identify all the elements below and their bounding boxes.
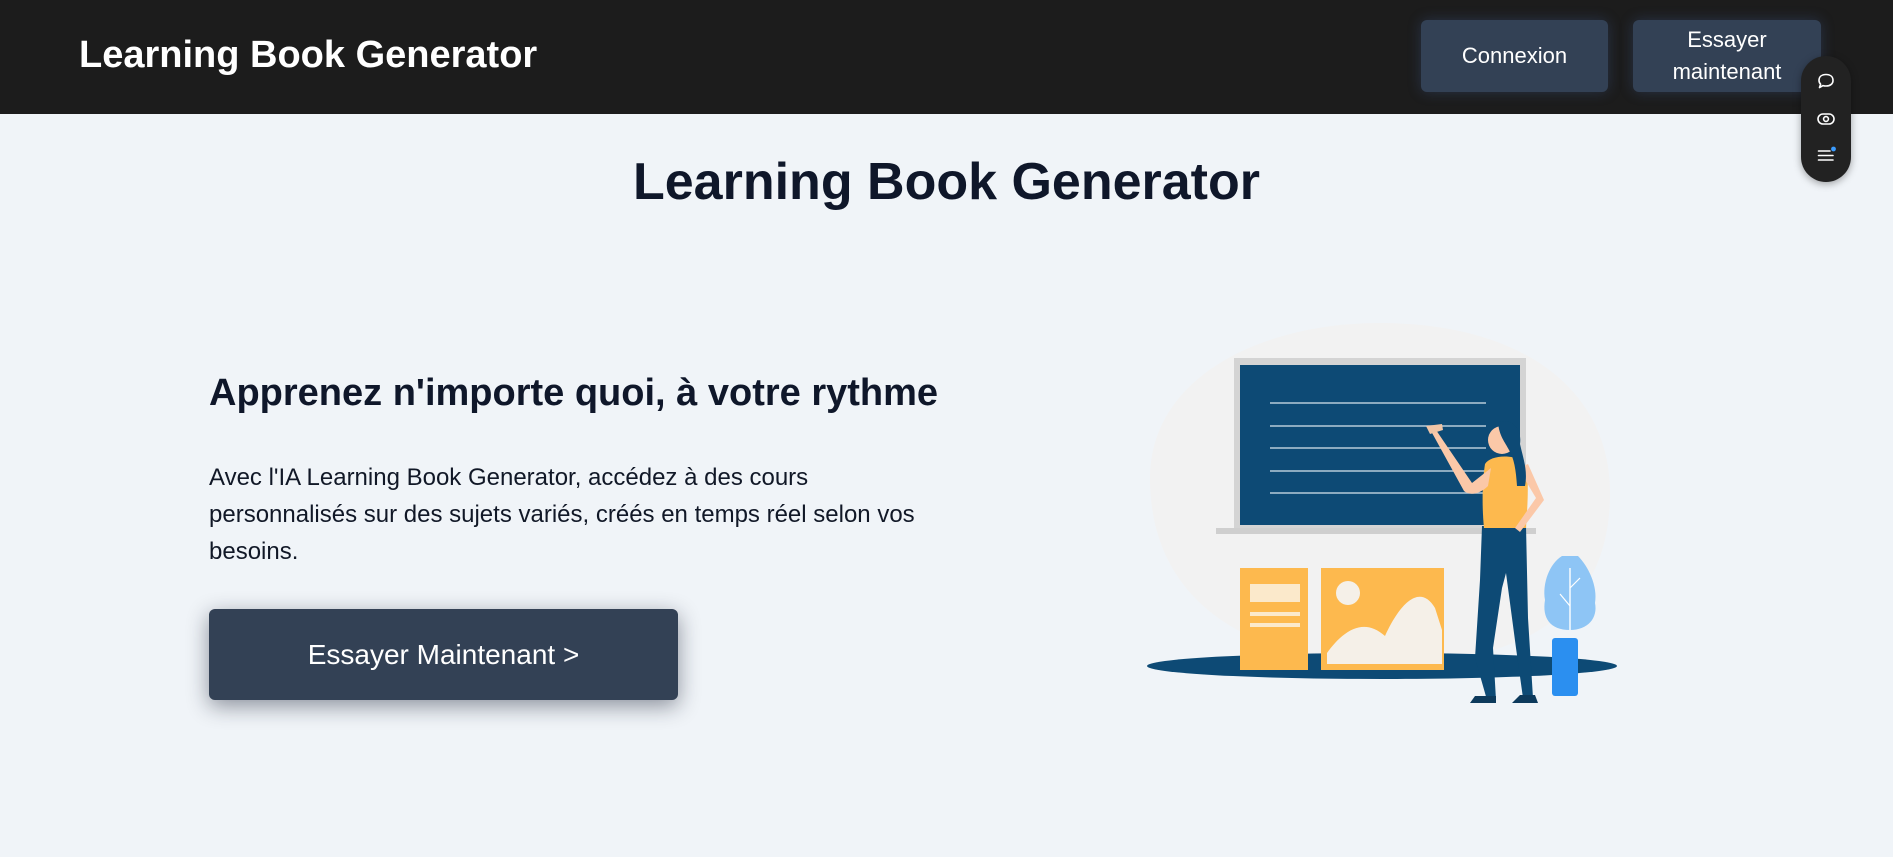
try-now-nav-button[interactable]: Essayer maintenant — [1633, 20, 1821, 92]
teacher-illustration — [1130, 318, 1630, 708]
chat-bubble-icon[interactable] — [1815, 70, 1837, 92]
top-nav-bar: Learning Book Generator Connexion Essaye… — [0, 0, 1893, 114]
hero-heading: Apprenez n'importe quoi, à votre rythme — [209, 372, 939, 414]
eye-icon[interactable] — [1815, 108, 1837, 130]
page-title: Learning Book Generator — [633, 153, 1260, 211]
plant-pot — [1552, 638, 1578, 696]
try-now-cta-button[interactable]: Essayer Maintenant > — [209, 609, 678, 700]
hero-description: Avec l'IA Learning Book Generator, accéd… — [209, 464, 915, 565]
brand-title[interactable]: Learning Book Generator — [79, 31, 537, 79]
board-surface — [1240, 365, 1520, 525]
login-button[interactable]: Connexion — [1421, 20, 1608, 92]
document-card — [1240, 568, 1308, 670]
